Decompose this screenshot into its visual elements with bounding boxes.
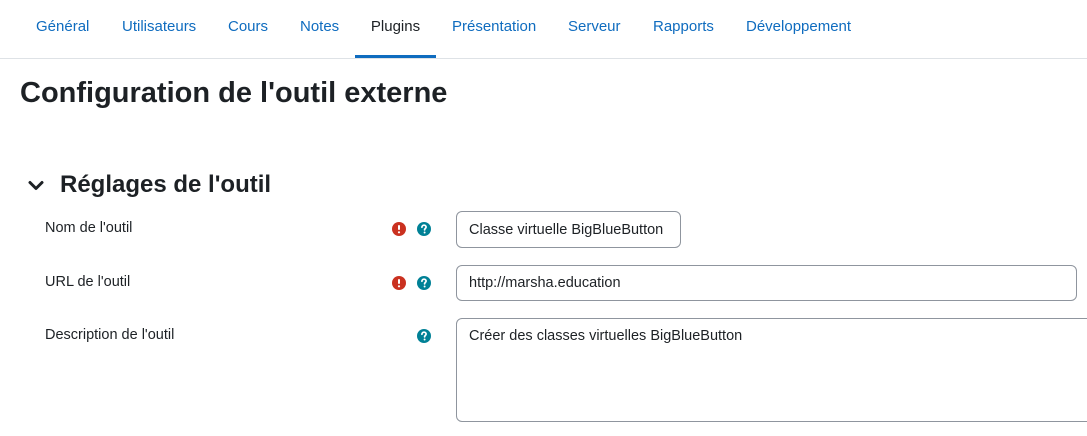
page-title: Configuration de l'outil externe — [20, 77, 448, 109]
question-circle-icon[interactable] — [417, 276, 431, 290]
tab-presentation[interactable]: Présentation — [452, 0, 536, 58]
tab-cours[interactable]: Cours — [228, 0, 268, 58]
tool-name-label: Nom de l'outil — [45, 220, 133, 236]
admin-tabs: Général Utilisateurs Cours Notes Plugins… — [0, 0, 1087, 59]
section-title[interactable]: Réglages de l'outil — [60, 168, 271, 202]
tool-url-input[interactable] — [456, 265, 1077, 301]
tab-developpement[interactable]: Développement — [746, 0, 851, 58]
tab-rapports[interactable]: Rapports — [653, 0, 714, 58]
tab-utilisateurs[interactable]: Utilisateurs — [122, 0, 196, 58]
tab-general[interactable]: Général — [36, 0, 89, 58]
question-circle-icon[interactable] — [417, 329, 431, 343]
question-circle-icon[interactable] — [417, 222, 431, 236]
tool-description-label: Description de l'outil — [45, 327, 175, 343]
chevron-down-icon[interactable] — [26, 176, 46, 196]
tool-url-label: URL de l'outil — [45, 274, 131, 290]
tool-name-input[interactable] — [456, 211, 681, 248]
tab-notes[interactable]: Notes — [300, 0, 339, 58]
tab-plugins[interactable]: Plugins — [355, 0, 436, 58]
exclamation-circle-icon — [392, 222, 406, 236]
tab-serveur[interactable]: Serveur — [568, 0, 621, 58]
tool-description-textarea[interactable]: Créer des classes virtuelles BigBlueButt… — [456, 318, 1087, 422]
exclamation-circle-icon — [392, 276, 406, 290]
